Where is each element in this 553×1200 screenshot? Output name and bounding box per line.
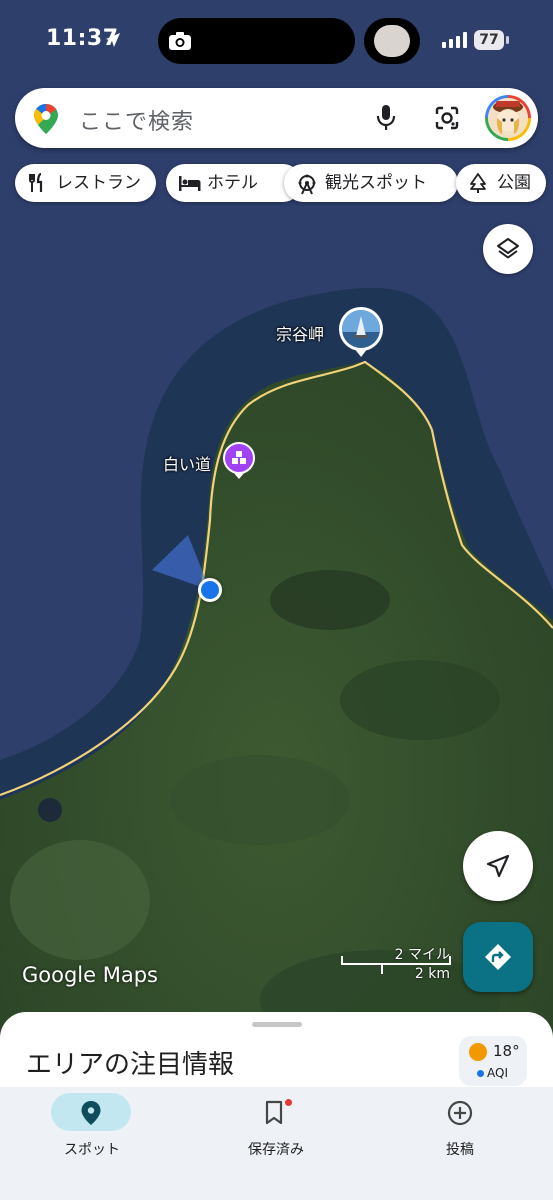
signal-icon <box>442 32 467 48</box>
avatar-image <box>488 98 528 138</box>
tab-label: スポット <box>64 1142 120 1158</box>
photo-pin-icon <box>342 310 380 348</box>
chip-park[interactable]: 公園 <box>456 164 546 202</box>
aqi-label: AQI <box>487 1066 508 1080</box>
battery-tip <box>506 36 509 44</box>
microphone-icon[interactable] <box>375 104 397 132</box>
chip-hotel[interactable]: ホテル <box>166 164 302 202</box>
sun-icon <box>469 1043 487 1061</box>
chip-label: 観光スポット <box>325 173 427 193</box>
current-location-dot <box>198 578 222 602</box>
google-maps-watermark: Google Maps <box>22 963 158 987</box>
chip-attractions[interactable]: 観光スポット <box>284 164 458 202</box>
tab-contribute[interactable]: 投稿 <box>368 1087 552 1200</box>
category-chips: レストラン ホテル 観光スポット 公園 <box>15 164 553 204</box>
pin-pointer <box>233 472 245 479</box>
restaurant-icon <box>29 173 43 192</box>
tab-spots[interactable]: スポット <box>0 1087 184 1200</box>
bookmark-icon <box>265 1100 283 1125</box>
chip-label: レストラン <box>56 173 141 193</box>
poi-pin-icon[interactable] <box>223 442 255 474</box>
landmark-icon <box>232 451 246 464</box>
weather-widget[interactable]: 18° AQI <box>459 1036 527 1086</box>
camera-icon <box>169 32 191 50</box>
chip-label: 公園 <box>497 173 531 193</box>
battery-indicator: 77 <box>474 30 504 50</box>
aqi-dot <box>477 1070 484 1077</box>
chip-restaurant[interactable]: レストラン <box>15 164 156 202</box>
add-circle-icon <box>447 1100 473 1126</box>
layers-icon <box>497 238 519 259</box>
dynamic-island[interactable] <box>158 18 355 64</box>
bitmoji-avatar-icon <box>374 25 410 57</box>
status-bar: 11:37 77 <box>0 0 553 80</box>
directions-button[interactable] <box>463 922 533 992</box>
attraction-icon <box>298 174 316 195</box>
map-scale: 2 マイル 2 km <box>340 940 452 984</box>
bottom-tab-bar: スポット 保存済み 投稿 <box>0 1087 553 1200</box>
search-bar[interactable]: ここで検索 <box>15 88 538 148</box>
google-maps-logo-icon <box>34 104 58 134</box>
tab-label: 保存済み <box>248 1142 304 1158</box>
location-arrow-icon <box>106 33 120 47</box>
map-layers-button[interactable] <box>483 224 533 274</box>
park-icon <box>470 173 486 193</box>
account-avatar[interactable] <box>485 95 531 141</box>
notification-badge <box>285 1099 292 1106</box>
google-lens-icon[interactable] <box>433 104 461 132</box>
pin-pointer <box>354 348 368 357</box>
tab-saved[interactable]: 保存済み <box>184 1087 368 1200</box>
place-label-soya-misaki[interactable]: 宗谷岬 <box>276 321 324 345</box>
place-pin-soya-misaki[interactable] <box>339 307 383 351</box>
weather-temperature: 18° <box>493 1042 520 1060</box>
hotel-icon <box>179 176 201 191</box>
navigation-arrow-icon <box>486 854 510 878</box>
chip-label: ホテル <box>207 173 258 193</box>
live-activity[interactable] <box>364 18 420 64</box>
directions-icon <box>485 944 511 970</box>
my-location-button[interactable] <box>463 831 533 901</box>
sheet-title: エリアの注目情報 <box>26 1050 235 1080</box>
location-pin-icon <box>81 1101 101 1125</box>
place-label-shiroi-michi[interactable]: 白い道 <box>163 451 211 475</box>
tab-label: 投稿 <box>446 1142 474 1158</box>
search-input[interactable]: ここで検索 <box>79 104 194 136</box>
sheet-drag-handle[interactable] <box>252 1022 302 1027</box>
scale-km: 2 km <box>414 966 450 982</box>
